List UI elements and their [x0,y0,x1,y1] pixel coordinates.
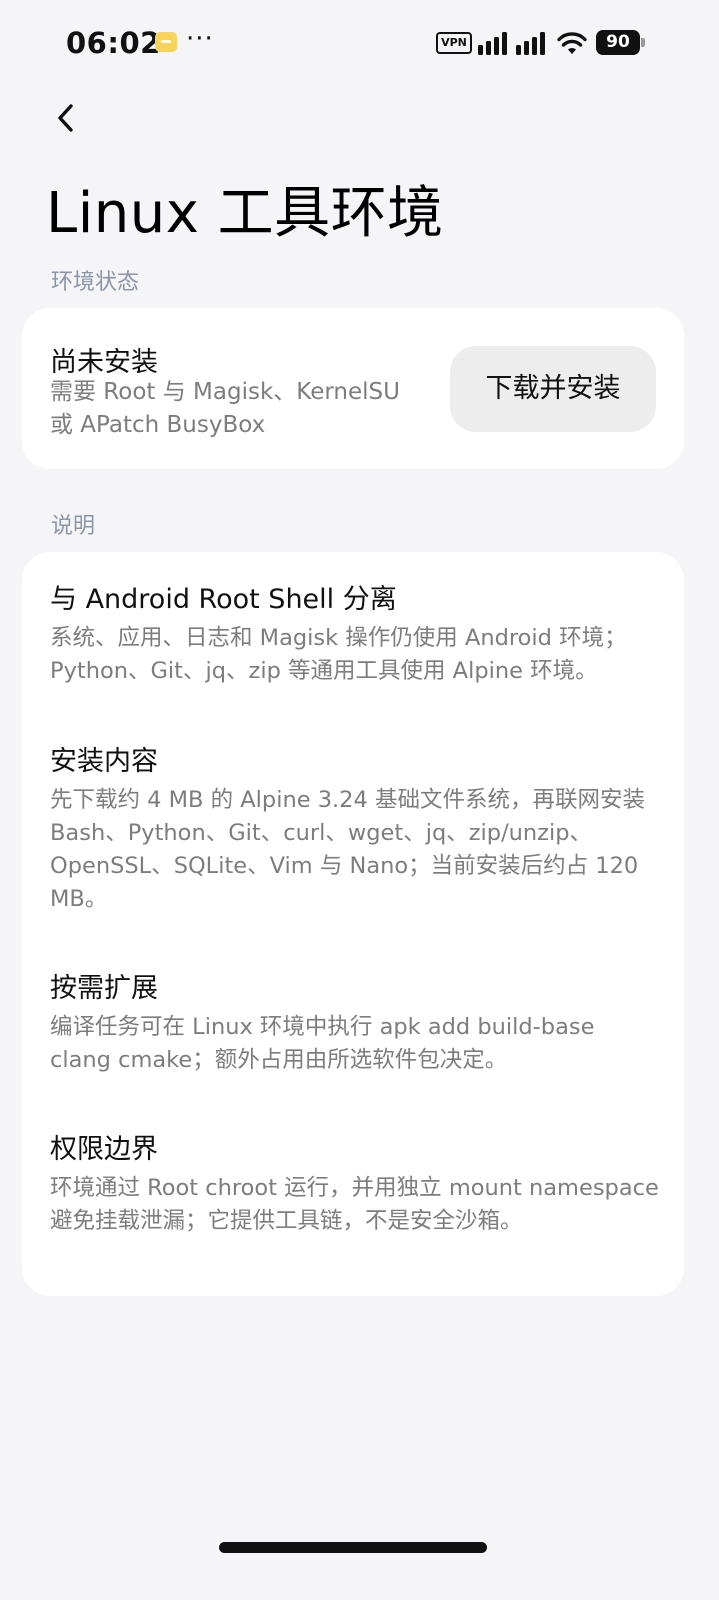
info-item-permissions: 权限边界 环境通过 Root chroot 运行，并用独立 mount name… [50,1132,660,1238]
info-item-body: 编译任务可在 Linux 环境中执行 apk add build-base cl… [50,1014,595,1073]
install-state-desc: 需要 Root 与 Magisk、KernelSU 或 APatch BusyB… [50,379,400,438]
info-item-body: 系统、应用、日志和 Magisk 操作仍使用 Android 环境；Python… [50,625,627,684]
info-item-title: 安装内容 [50,746,158,777]
battery-tip [641,38,645,47]
install-state-title: 尚未安装 [50,347,158,378]
download-install-button[interactable]: 下载并安装 [450,346,656,432]
home-indicator[interactable] [219,1542,487,1553]
section-label-info: 说明 [51,514,96,539]
wifi-icon [557,32,587,54]
message-notification-icon [155,32,177,52]
back-button[interactable] [44,96,88,140]
page-title: Linux 工具环境 [46,181,444,246]
info-card: 与 Android Root Shell 分离 系统、应用、日志和 Magisk… [22,552,684,1296]
section-label-status: 环境状态 [51,270,140,295]
status-card: 尚未安装 需要 Root 与 Magisk、KernelSU 或 APatch … [22,308,684,469]
info-item-separation: 与 Android Root Shell 分离 系统、应用、日志和 Magisk… [50,582,660,688]
clock: 06:02 [66,26,161,60]
info-item-contents: 安装内容 先下载约 4 MB 的 Alpine 3.24 基础文件系统，再联网安… [50,744,660,916]
chevron-left-icon [58,104,73,132]
vpn-icon: VPN [436,32,472,54]
signal-icon [478,32,545,55]
status-bar: 06:02 ··· VPN 90 [0,0,719,86]
battery-icon: 90 [596,30,640,55]
info-item-title: 按需扩展 [50,973,158,1004]
info-item-body: 环境通过 Root chroot 运行，并用独立 mount namespace… [50,1175,659,1234]
info-item-title: 权限边界 [50,1134,158,1165]
info-item-extension: 按需扩展 编译任务可在 Linux 环境中执行 apk add build-ba… [50,971,660,1077]
info-item-title: 与 Android Root Shell 分离 [50,584,397,615]
info-item-body: 先下载约 4 MB 的 Alpine 3.24 基础文件系统，再联网安装 Bas… [50,787,645,912]
more-notifications-icon: ··· [186,24,214,54]
